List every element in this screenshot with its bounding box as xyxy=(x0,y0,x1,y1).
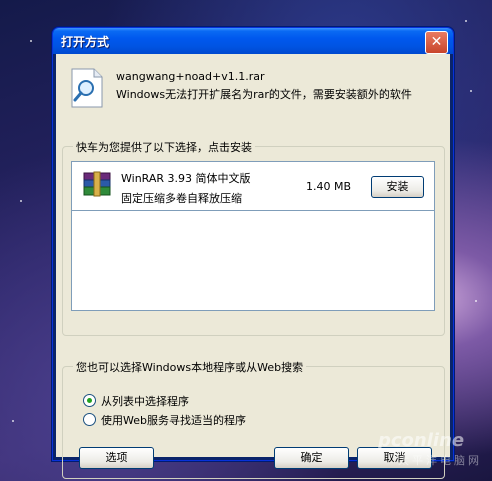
open-with-dialog: 打开方式 ✕ wangwang+noad+v1.1.rar Windows无法打… xyxy=(52,27,454,479)
local-or-web-group: 您也可以选择Windows本地程序或从Web搜索 从列表中选择程序 使用Web服… xyxy=(62,359,445,479)
close-button[interactable]: ✕ xyxy=(425,31,448,54)
background-star xyxy=(465,20,467,22)
close-icon: ✕ xyxy=(430,34,443,50)
background-star xyxy=(475,300,477,302)
program-size: 1.40 MB xyxy=(306,180,352,193)
radio-label: 使用Web服务寻找适当的程序 xyxy=(101,414,246,427)
radio-web-service[interactable]: 使用Web服务寻找适当的程序 xyxy=(83,412,246,428)
install-button[interactable]: 安装 xyxy=(371,176,424,198)
provided-choices-group: 快车为您提供了以下选择，点击安装 WinRAR 3.93 简体中文版 固定压缩多… xyxy=(62,139,445,336)
provided-choices-legend: 快车为您提供了以下选择，点击安装 xyxy=(73,139,255,155)
background-star xyxy=(12,420,14,422)
ok-button[interactable]: 确定 xyxy=(274,447,349,469)
title-bar[interactable]: 打开方式 ✕ xyxy=(53,28,453,54)
document-search-icon xyxy=(71,68,103,108)
unknown-extension-message: Windows无法打开扩展名为rar的文件，需要安装额外的软件 xyxy=(116,88,412,101)
program-list[interactable]: WinRAR 3.93 简体中文版 固定压缩多卷自释放压缩 1.40 MB 安装 xyxy=(71,161,435,311)
options-button[interactable]: 选项 xyxy=(79,447,154,469)
background-star xyxy=(470,90,472,92)
background-star xyxy=(30,40,32,42)
winrar-icon xyxy=(83,171,111,197)
program-name: WinRAR 3.93 简体中文版 xyxy=(121,172,251,185)
local-or-web-legend: 您也可以选择Windows本地程序或从Web搜索 xyxy=(73,359,307,375)
list-item[interactable]: WinRAR 3.93 简体中文版 固定压缩多卷自释放压缩 1.40 MB 安装 xyxy=(72,162,434,211)
program-description: 固定压缩多卷自释放压缩 xyxy=(121,192,242,205)
radio-choose-from-list[interactable]: 从列表中选择程序 xyxy=(83,393,189,409)
radio-selected-icon[interactable] xyxy=(83,394,96,407)
file-name: wangwang+noad+v1.1.rar xyxy=(116,70,265,83)
watermark-brand: pconline xyxy=(378,430,465,451)
radio-label: 从列表中选择程序 xyxy=(101,395,189,408)
watermark-tagline: 太平洋电脑网 xyxy=(398,454,482,467)
background-star xyxy=(20,200,22,202)
dialog-title: 打开方式 xyxy=(61,35,110,49)
radio-unselected-icon[interactable] xyxy=(83,413,96,426)
dialog-body: wangwang+noad+v1.1.rar Windows无法打开扩展名为ra… xyxy=(56,54,450,479)
